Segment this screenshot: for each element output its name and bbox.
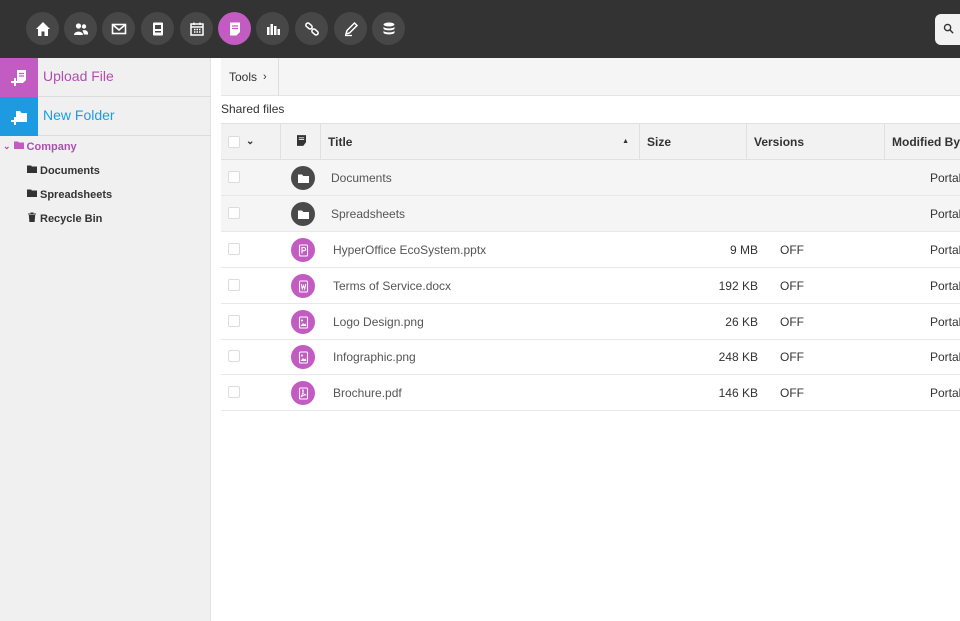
new-folder-label: New Folder — [43, 107, 115, 123]
table-row[interactable]: Documents Portal — [221, 160, 960, 196]
breadcrumb-label: Tools — [229, 70, 257, 84]
new-folder-icon — [0, 97, 38, 136]
new-folder-button[interactable]: New Folder — [0, 97, 211, 136]
pdf-icon — [291, 381, 315, 405]
column-modified-by-label: Modified By — [892, 135, 960, 149]
tree-item-company[interactable]: ⌄ Company — [3, 140, 77, 153]
chevron-down-icon: ⌄ — [3, 141, 11, 152]
column-header-versions[interactable]: Versions — [747, 124, 885, 159]
row-checkbox[interactable] — [228, 279, 240, 291]
file-title[interactable]: HyperOffice EcoSystem.pptx — [333, 243, 486, 257]
file-size: 192 KB — [719, 279, 758, 293]
column-title-label: Title — [328, 135, 352, 149]
row-checkbox[interactable] — [228, 171, 240, 183]
top-nav-bar — [0, 0, 960, 58]
file-modified-by: Portal — [930, 171, 960, 185]
calendar-icon[interactable] — [180, 12, 213, 45]
folder-icon — [14, 140, 27, 153]
tree-item-label: Documents — [40, 165, 100, 177]
file-modified-by: Portal — [930, 315, 960, 329]
folder-icon — [27, 188, 40, 201]
documents-icon[interactable] — [218, 12, 251, 45]
row-checkbox[interactable] — [228, 207, 240, 219]
address-book-icon[interactable] — [141, 12, 174, 45]
tree-item-recycle-bin[interactable]: Recycle Bin — [27, 212, 102, 225]
file-title[interactable]: Logo Design.png — [333, 315, 424, 329]
table-row[interactable]: Spreadsheets Portal — [221, 196, 960, 232]
tree-item-spreadsheets[interactable]: Spreadsheets — [27, 188, 112, 201]
column-versions-label: Versions — [754, 135, 804, 149]
file-title[interactable]: Documents — [331, 171, 392, 185]
home-icon[interactable] — [26, 12, 59, 45]
word-icon — [291, 274, 315, 298]
chevron-down-icon[interactable]: ⌄ — [246, 136, 254, 147]
file-size: 26 KB — [725, 315, 758, 329]
image-icon — [291, 310, 315, 334]
breadcrumb-item-tools[interactable]: Tools › — [221, 58, 279, 96]
row-checkbox[interactable] — [228, 386, 240, 398]
file-versions: OFF — [780, 243, 804, 257]
search-icon — [943, 23, 954, 37]
contacts-icon[interactable] — [64, 12, 97, 45]
image-icon — [291, 345, 315, 369]
file-size: 146 KB — [719, 386, 758, 400]
notes-icon[interactable] — [334, 12, 367, 45]
table-row[interactable]: Terms of Service.docx 192 KB OFF Portal — [221, 268, 960, 304]
powerpoint-icon — [291, 238, 315, 262]
column-size-label: Size — [647, 135, 671, 149]
file-title[interactable]: Terms of Service.docx — [333, 279, 451, 293]
upload-file-label: Upload File — [43, 68, 114, 84]
folder-icon — [27, 164, 40, 177]
row-checkbox[interactable] — [228, 315, 240, 327]
file-versions: OFF — [780, 279, 804, 293]
database-icon[interactable] — [372, 12, 405, 45]
file-modified-by: Portal — [930, 279, 960, 293]
row-checkbox[interactable] — [228, 350, 240, 362]
sidebar: Upload File New Folder ⌄ Company Documen… — [0, 58, 211, 621]
sort-ascending-icon: ▲ — [622, 138, 629, 145]
upload-file-button[interactable]: Upload File — [0, 58, 211, 97]
file-title[interactable]: Infographic.png — [333, 350, 416, 364]
tree-item-label: Company — [27, 141, 77, 153]
table-row[interactable]: HyperOffice EcoSystem.pptx 9 MB OFF Port… — [221, 232, 960, 268]
type-column-header — [281, 124, 321, 159]
links-icon[interactable] — [295, 12, 328, 45]
file-modified-by: Portal — [930, 207, 960, 221]
file-versions: OFF — [780, 386, 804, 400]
tree-item-label: Recycle Bin — [40, 213, 102, 225]
document-icon — [297, 135, 306, 149]
chevron-right-icon: › — [263, 71, 267, 83]
file-modified-by: Portal — [930, 386, 960, 400]
file-versions: OFF — [780, 315, 804, 329]
folder-icon — [291, 202, 315, 226]
column-header-modified-by[interactable]: Modified By — [885, 124, 960, 159]
table-row[interactable]: Brochure.pdf 146 KB OFF Portal — [221, 375, 960, 411]
file-title[interactable]: Spreadsheets — [331, 207, 405, 221]
tree-item-documents[interactable]: Documents — [27, 164, 100, 177]
select-all-checkbox[interactable] — [228, 136, 240, 148]
row-checkbox[interactable] — [228, 243, 240, 255]
select-all-control[interactable]: ⌄ — [221, 124, 281, 159]
file-modified-by: Portal — [930, 350, 960, 364]
table-row[interactable]: Logo Design.png 26 KB OFF Portal — [221, 304, 960, 340]
file-versions: OFF — [780, 350, 804, 364]
file-modified-by: Portal — [930, 243, 960, 257]
tree-item-label: Spreadsheets — [40, 189, 112, 201]
table-row[interactable]: Infographic.png 248 KB OFF Portal — [221, 339, 960, 375]
mail-icon[interactable] — [102, 12, 135, 45]
column-header-size[interactable]: Size — [640, 124, 747, 159]
upload-file-icon — [0, 58, 38, 97]
section-title: Shared files — [221, 102, 284, 116]
folder-icon — [291, 166, 315, 190]
column-header-title[interactable]: Title ▲ — [321, 124, 640, 159]
file-title[interactable]: Brochure.pdf — [333, 386, 402, 400]
file-size: 9 MB — [730, 243, 758, 257]
trash-icon — [27, 212, 40, 225]
reports-icon[interactable] — [256, 12, 289, 45]
table-header: ⌄ Title ▲ Size Versions Modified By — [221, 123, 960, 160]
file-size: 248 KB — [719, 350, 758, 364]
search-button[interactable] — [935, 14, 960, 45]
breadcrumb: Tools › — [221, 58, 960, 96]
